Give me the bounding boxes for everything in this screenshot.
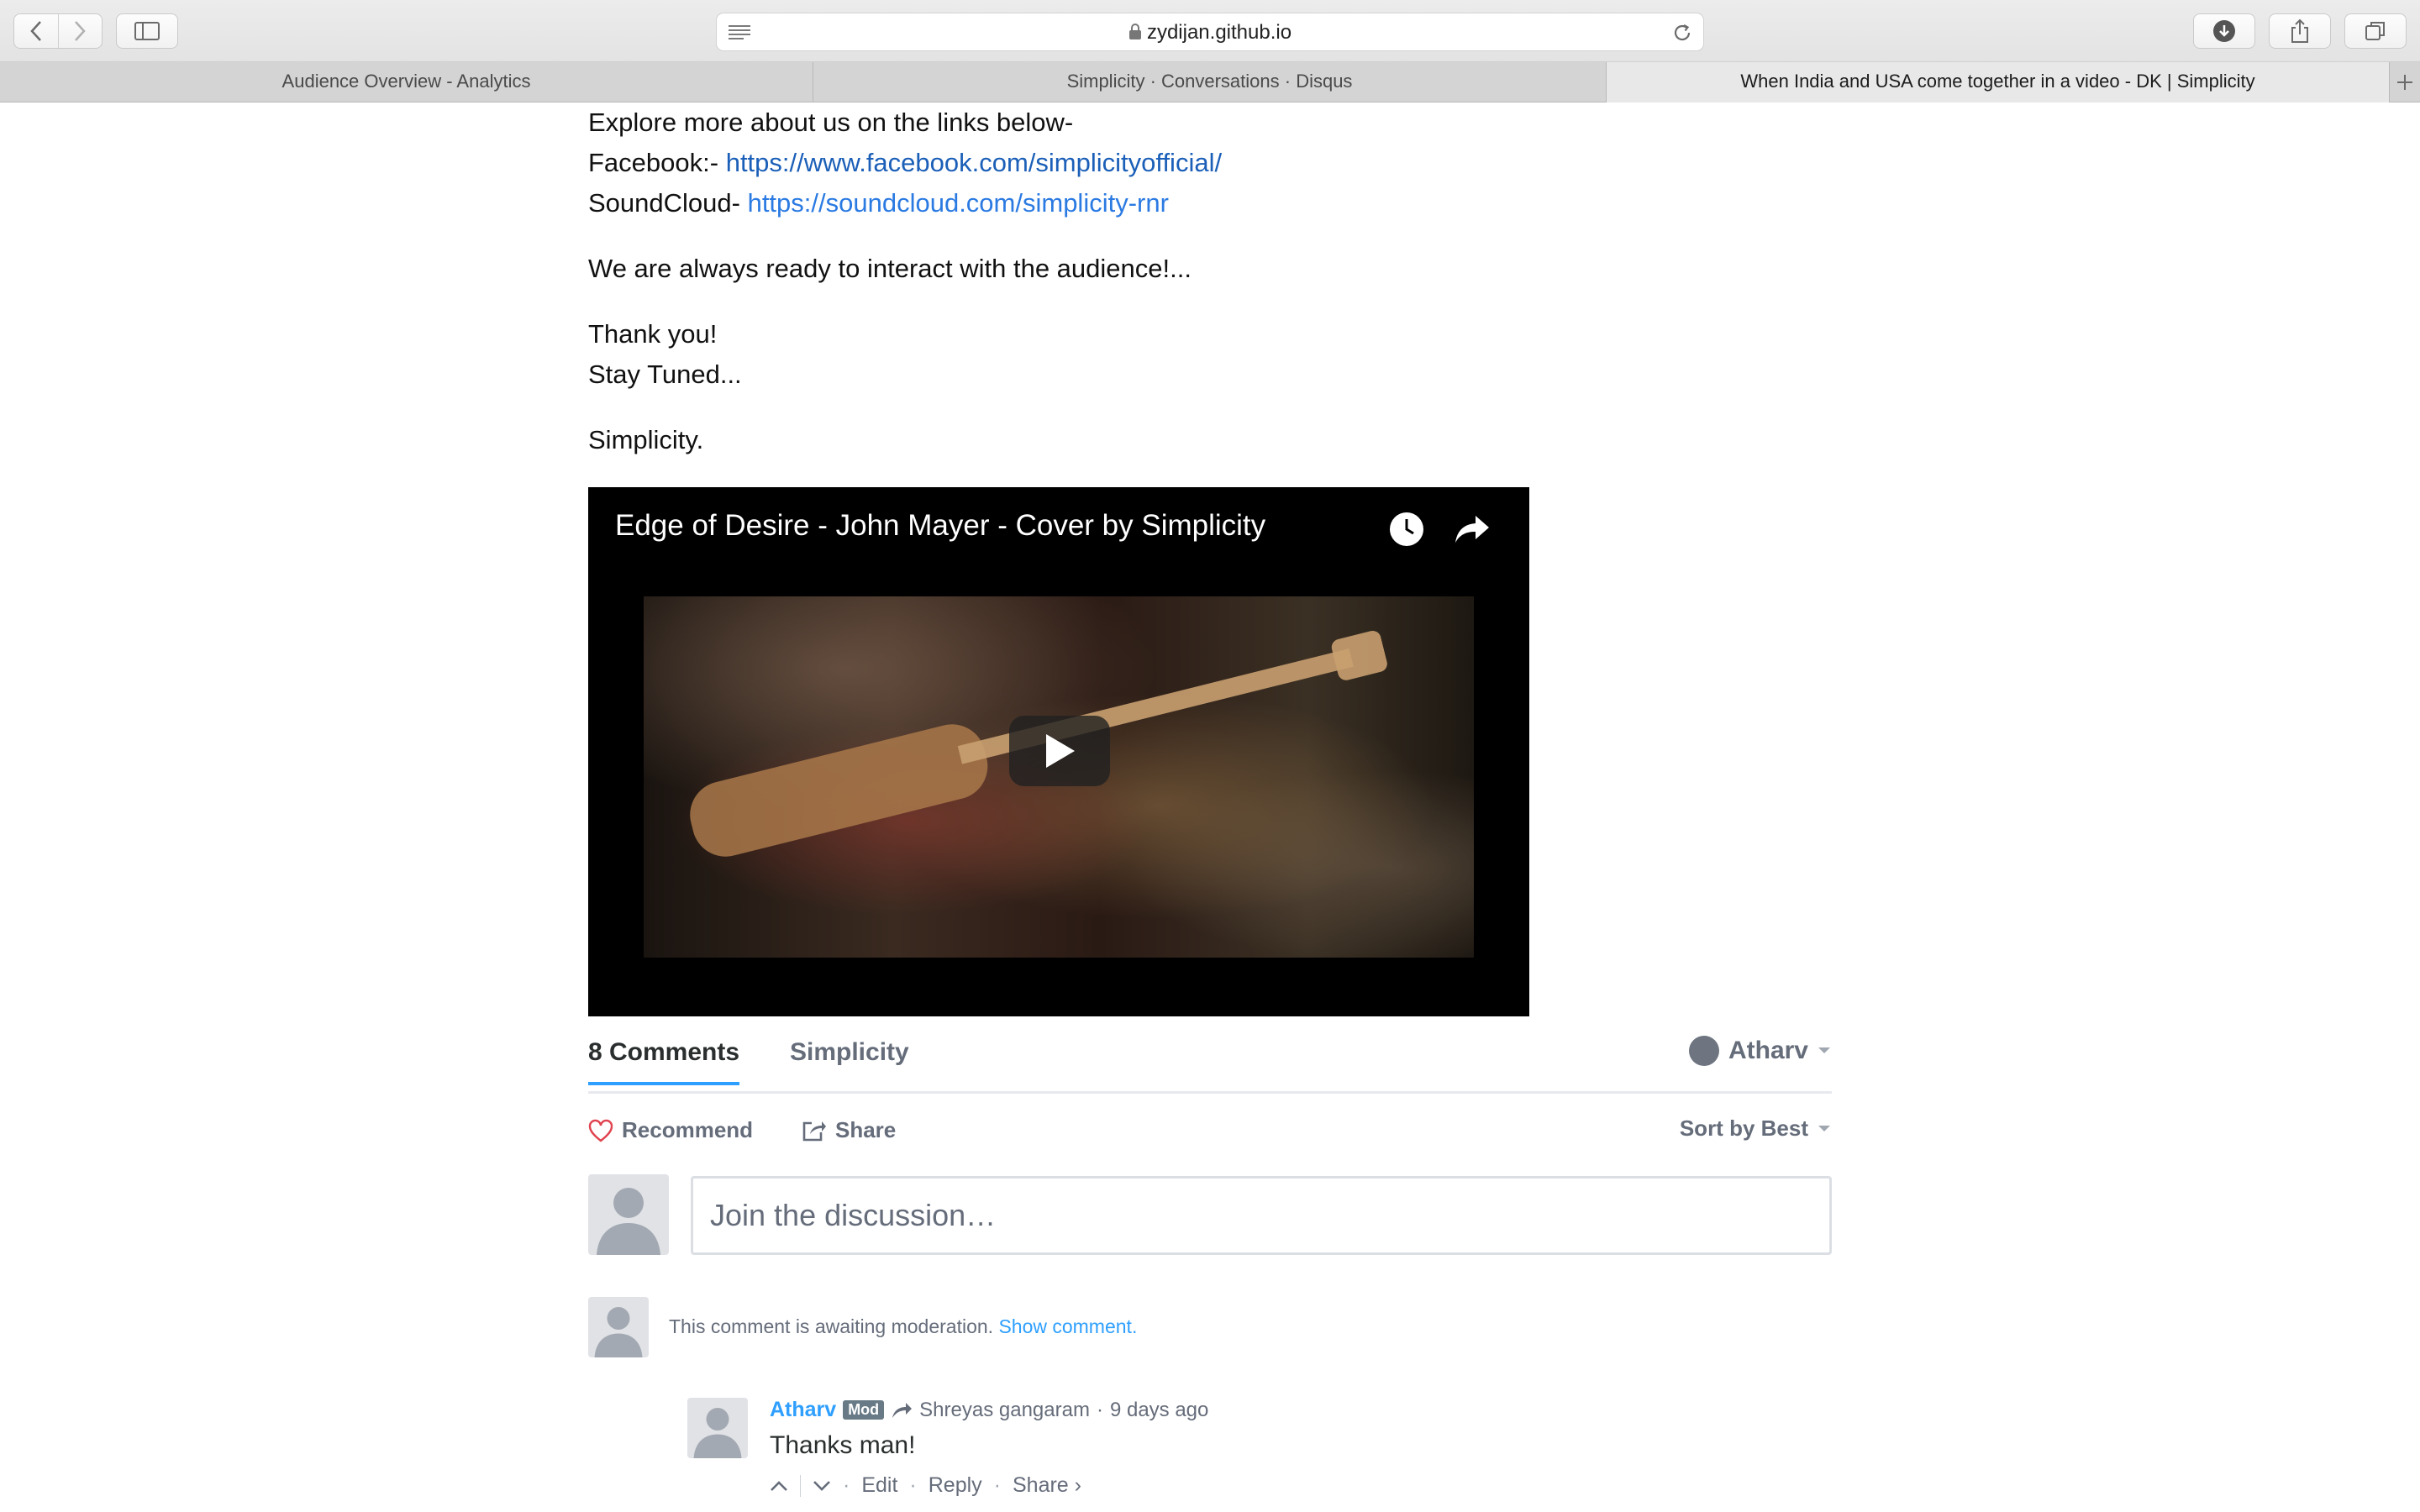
- default-avatar-icon: [594, 1307, 643, 1357]
- share-thread-button[interactable]: Share: [802, 1117, 896, 1143]
- url-display: zydijan.github.io: [717, 13, 1703, 52]
- forward-button[interactable]: [57, 14, 103, 48]
- soundcloud-line: SoundCloud- https://soundcloud.com/simpl…: [588, 183, 1832, 223]
- upvote-icon[interactable]: [770, 1480, 788, 1492]
- new-tab-icon: [2397, 75, 2412, 90]
- forum-tab[interactable]: Simplicity: [790, 1038, 909, 1067]
- reload-icon[interactable]: [1671, 22, 1693, 44]
- back-forward-group: [13, 13, 103, 49]
- comment-body: Thanks man!: [770, 1431, 916, 1459]
- download-icon: [2213, 20, 2235, 42]
- comment-header: Atharv Mod Shreyas gangaram · 9 days ago: [770, 1398, 1208, 1422]
- recommend-label: Recommend: [622, 1117, 754, 1142]
- facebook-link[interactable]: https://www.facebook.com/simplicityoffic…: [726, 148, 1222, 177]
- tab-disqus[interactable]: Simplicity · Conversations · Disqus: [813, 62, 1607, 102]
- forward-icon: [75, 21, 86, 41]
- tabs-icon: [2365, 22, 2385, 40]
- sidebar-button[interactable]: [116, 13, 178, 49]
- lock-icon: [1128, 23, 1141, 39]
- sort-dropdown[interactable]: Sort by Best: [1680, 1116, 1832, 1142]
- footer-dot: ·: [843, 1473, 850, 1497]
- play-button[interactable]: [1009, 716, 1110, 786]
- in-reply-to[interactable]: Shreyas gangaram: [919, 1399, 1090, 1422]
- disqus-nav: 8 Comments Simplicity Atharv: [588, 1033, 1832, 1094]
- soundcloud-link[interactable]: https://soundcloud.com/simplicity-rnr: [748, 188, 1169, 218]
- mod-badge: Mod: [843, 1400, 885, 1420]
- stay-tuned-text: Stay Tuned...: [588, 360, 742, 389]
- soundcloud-label: SoundCloud-: [588, 188, 748, 218]
- url-text: zydijan.github.io: [1146, 21, 1292, 44]
- sort-label: Sort by Best: [1679, 1116, 1808, 1141]
- thanks-text: Thank you!: [588, 319, 718, 349]
- edit-link[interactable]: Edit: [861, 1473, 897, 1498]
- disqus-actions: Recommend Share Sort by Best: [588, 1094, 1832, 1171]
- tab-overview-button[interactable]: [2344, 13, 2407, 49]
- vote-divider: [800, 1474, 801, 1497]
- interact-text: We are always ready to interact with the…: [588, 254, 1192, 283]
- new-tab-button[interactable]: [2390, 62, 2420, 102]
- footer-dot: ·: [909, 1473, 917, 1497]
- reply-arrow-icon: [892, 1402, 913, 1418]
- share-icon: [802, 1121, 826, 1141]
- user-name: Atharv: [1728, 1037, 1808, 1064]
- user-menu[interactable]: Atharv: [1688, 1035, 1832, 1067]
- recommend-button[interactable]: Recommend: [588, 1117, 753, 1143]
- article-body: Explore more about us on the links below…: [588, 102, 1832, 1016]
- downvote-icon[interactable]: [813, 1480, 831, 1492]
- back-button[interactable]: [14, 14, 58, 48]
- signoff-text: Simplicity.: [588, 425, 704, 454]
- show-comment-link[interactable]: Show comment.: [998, 1315, 1137, 1337]
- sidebar-icon: [134, 22, 160, 40]
- comment-author[interactable]: Atharv: [770, 1398, 836, 1422]
- browser-toolbar: zydijan.github.io: [0, 0, 2420, 62]
- watch-later-icon[interactable]: [1388, 511, 1425, 548]
- avatar[interactable]: [687, 1398, 748, 1458]
- header-dot: ·: [1096, 1398, 1103, 1421]
- share-icon: [2291, 18, 2308, 43]
- tab-analytics[interactable]: Audience Overview - Analytics: [0, 62, 813, 102]
- default-avatar-icon: [597, 1188, 660, 1255]
- tab-simplicity-active[interactable]: When India and USA come together in a vi…: [1607, 62, 2390, 102]
- comment-count-tab[interactable]: 8 Comments: [588, 1038, 740, 1085]
- avatar: [588, 1297, 649, 1357]
- tab-bar: Audience Overview - Analytics Simplicity…: [0, 62, 2420, 102]
- comment-input[interactable]: [691, 1176, 1832, 1255]
- downloads-button[interactable]: [2193, 13, 2255, 49]
- share-comment-link[interactable]: Share ›: [1013, 1473, 1081, 1498]
- play-icon: [1046, 734, 1075, 768]
- share-arrow-icon[interactable]: [1454, 512, 1491, 546]
- moderation-text: This comment is awaiting moderation.: [669, 1315, 999, 1337]
- avatar: [588, 1174, 669, 1255]
- share-button[interactable]: [2269, 13, 2331, 49]
- user-avatar-icon: [1688, 1036, 1719, 1066]
- moderation-notice: This comment is awaiting moderation. Sho…: [669, 1315, 1137, 1338]
- comment-footer: · Edit · Reply · Share ›: [770, 1473, 1081, 1498]
- chevron-down-icon: [1818, 1047, 1830, 1053]
- facebook-label: Facebook:-: [588, 148, 726, 177]
- facebook-line: Facebook:- https://www.facebook.com/simp…: [588, 143, 1832, 183]
- disqus-thread: 8 Comments Simplicity Atharv Recommend S…: [588, 1033, 1832, 1497]
- video-title[interactable]: Edge of Desire - John Mayer - Cover by S…: [615, 506, 1265, 546]
- address-bar[interactable]: zydijan.github.io: [716, 13, 1704, 51]
- reply-link[interactable]: Reply: [929, 1473, 982, 1498]
- chevron-down-icon: [1818, 1125, 1830, 1131]
- video-embed[interactable]: Edge of Desire - John Mayer - Cover by S…: [588, 487, 1529, 1016]
- heart-icon: [588, 1119, 613, 1142]
- explore-text: Explore more about us on the links below…: [588, 108, 1074, 137]
- share-label: Share: [835, 1117, 897, 1142]
- back-icon: [30, 21, 41, 41]
- footer-dot: ·: [993, 1473, 1001, 1497]
- default-avatar-icon: [693, 1408, 742, 1458]
- comment-time[interactable]: 9 days ago: [1110, 1399, 1208, 1422]
